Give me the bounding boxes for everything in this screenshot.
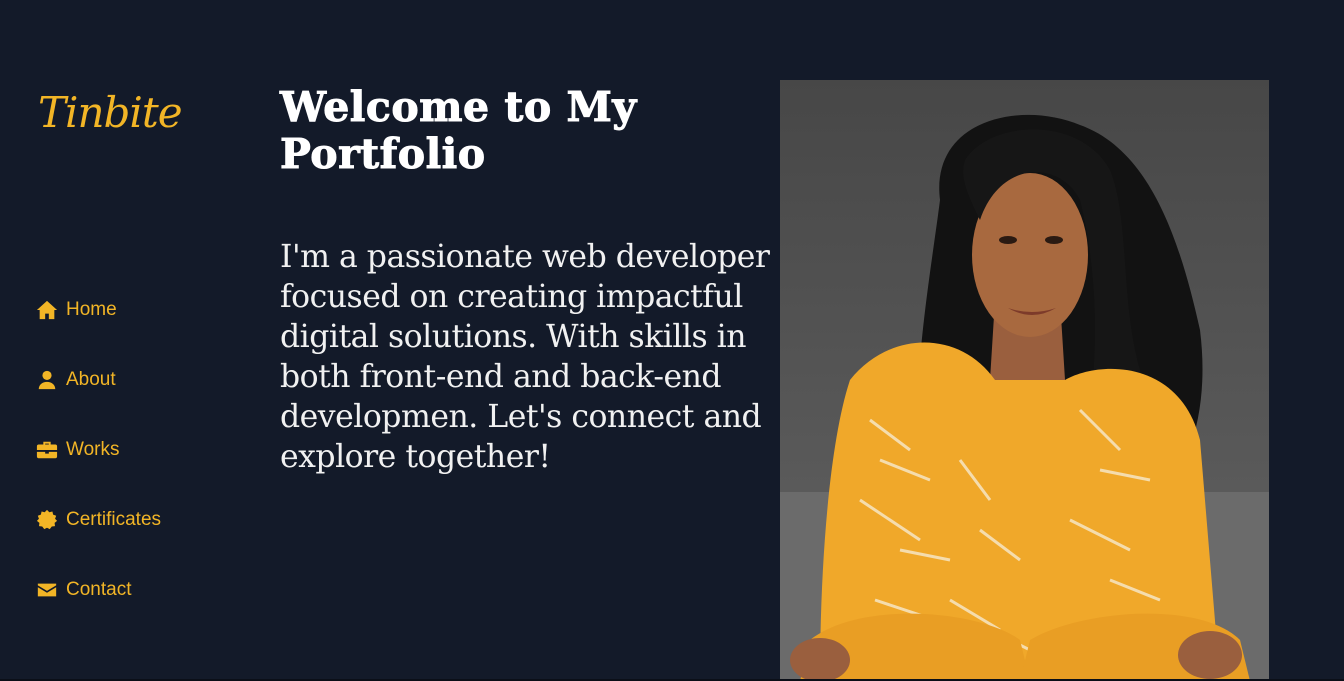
user-icon [38, 370, 56, 390]
nav-item-about[interactable]: About [36, 364, 161, 396]
briefcase-icon [36, 441, 58, 459]
nav-item-certificates[interactable]: Certificates [36, 504, 161, 536]
nav-item-works[interactable]: Works [36, 434, 161, 466]
nav-item-label: About [66, 369, 116, 390]
nav-item-home[interactable]: Home [36, 294, 161, 326]
nav-item-label: Works [66, 439, 120, 460]
nav-item-label: Contact [66, 579, 132, 600]
portrait-illustration [780, 80, 1269, 681]
site-logo[interactable]: Tinbite [38, 88, 183, 137]
envelope-icon [37, 583, 57, 597]
page-title: Welcome to My Portfolio [280, 83, 637, 178]
nav-item-label: Home [66, 299, 117, 320]
certificate-icon [36, 509, 58, 530]
sidebar-nav: Home About Works Certificates Contact [36, 294, 161, 644]
portrait-photo [780, 80, 1269, 681]
intro-paragraph: I'm a passionate web developer focused o… [280, 239, 770, 475]
nav-item-contact[interactable]: Contact [36, 574, 161, 606]
home-icon [36, 300, 58, 320]
portfolio-page: Tinbite Home About Works Certificates Co… [0, 0, 1344, 681]
nav-item-label: Certificates [66, 509, 162, 530]
